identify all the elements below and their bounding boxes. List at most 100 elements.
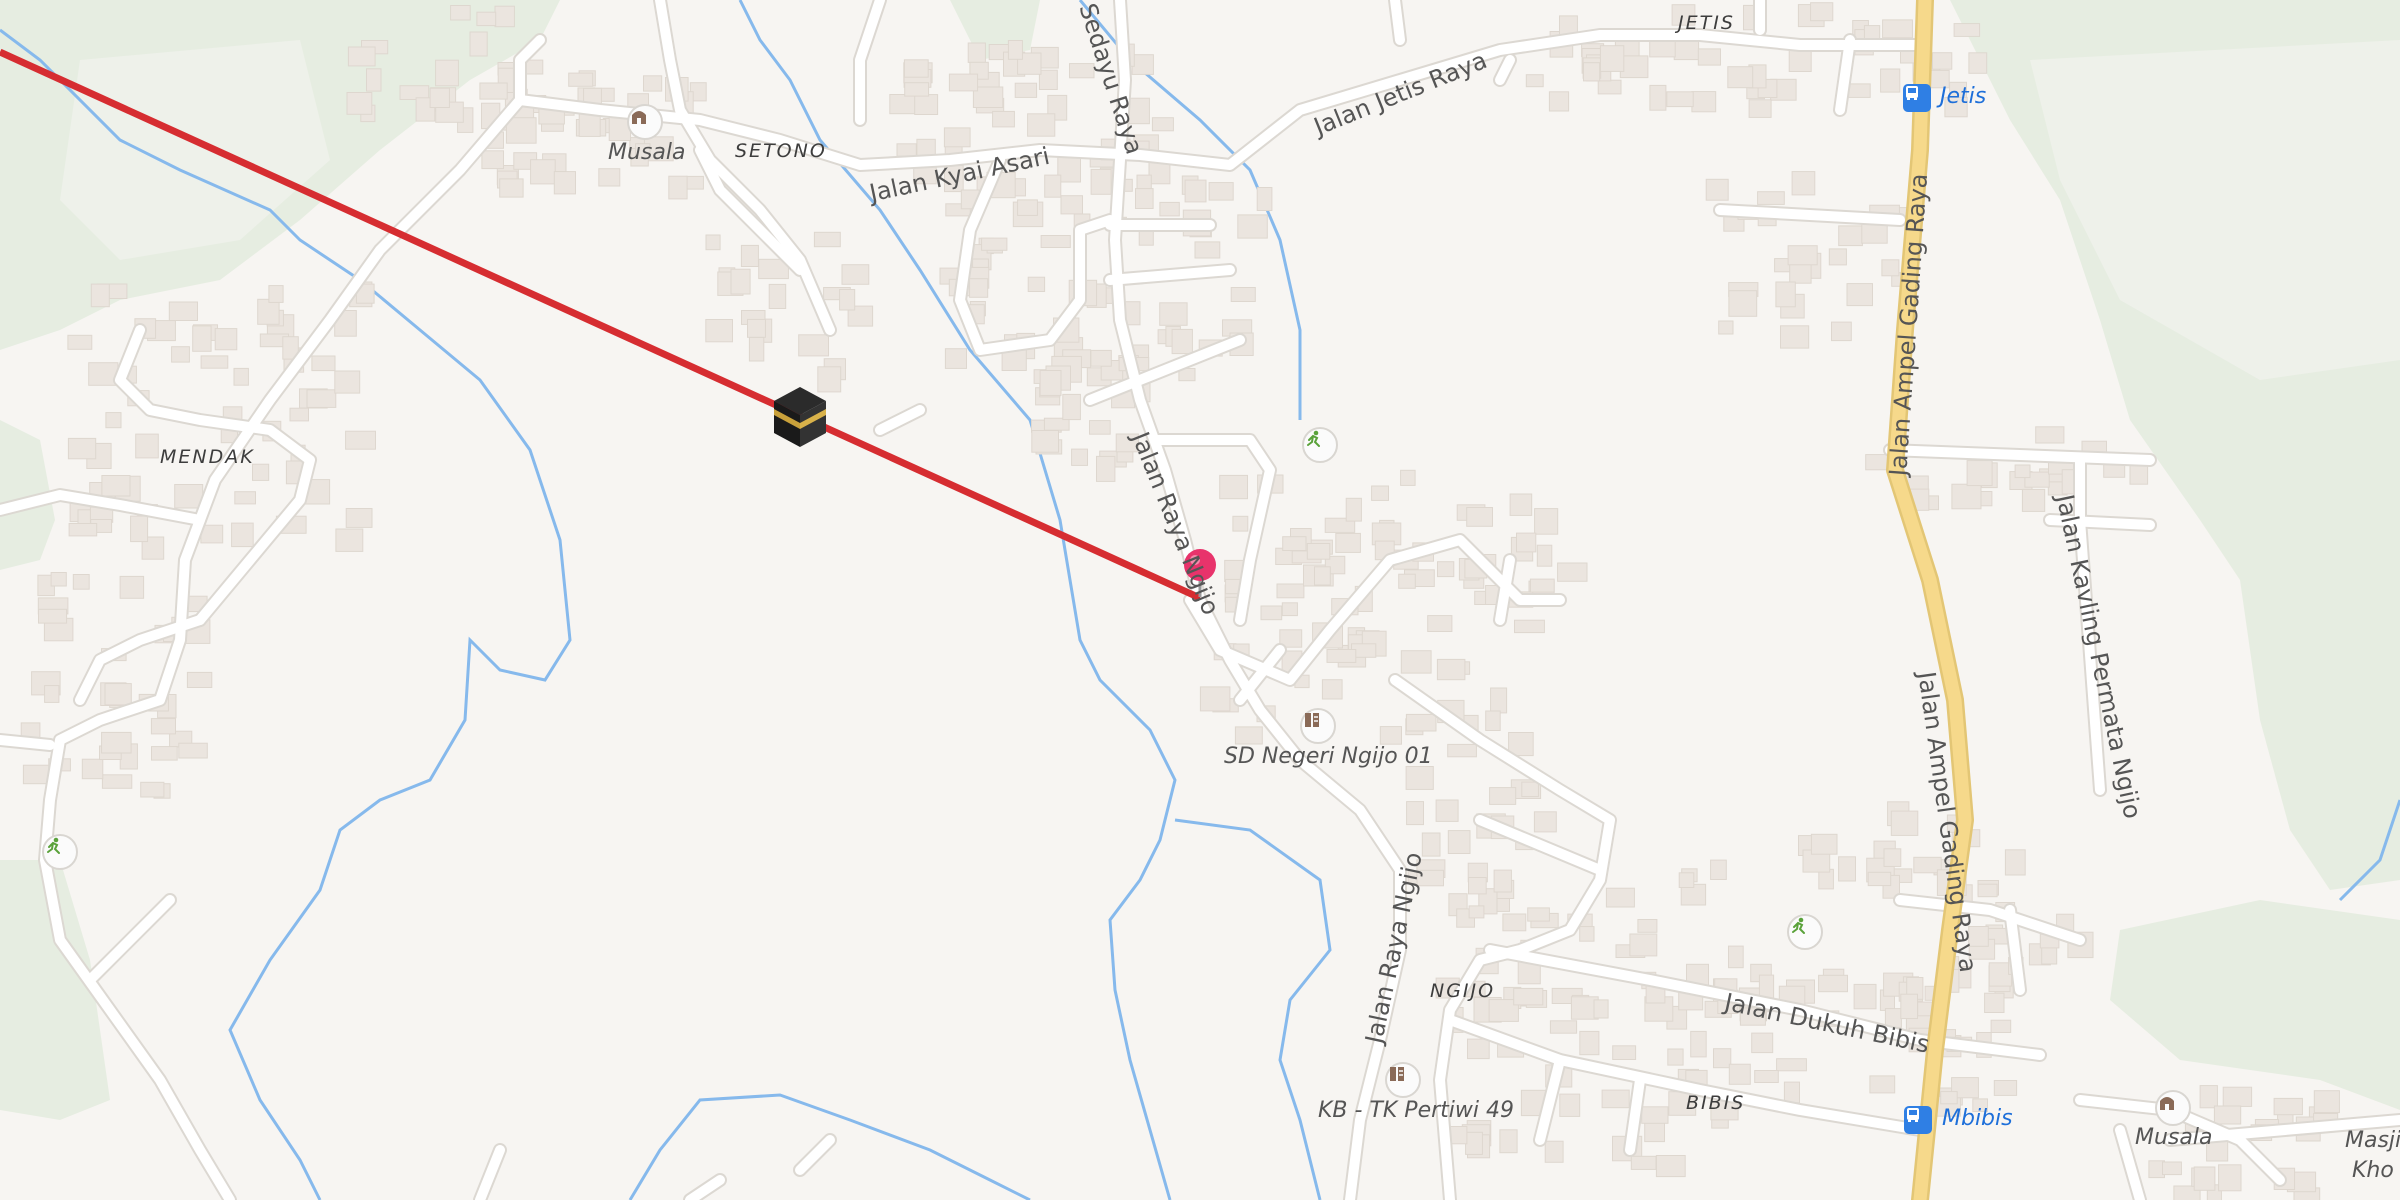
building <box>101 475 131 497</box>
building <box>476 11 497 27</box>
building <box>90 283 110 308</box>
building <box>1828 248 1847 266</box>
building <box>1728 290 1758 317</box>
park-runner-icon[interactable] <box>1787 914 1823 950</box>
building <box>1230 287 1256 302</box>
mosque-icon[interactable] <box>627 104 663 140</box>
building <box>1881 259 1900 277</box>
building <box>200 355 229 369</box>
building <box>1867 871 1892 887</box>
building <box>1993 1080 2018 1096</box>
building <box>1544 1140 1564 1163</box>
bus-stop-icon[interactable] <box>1904 1106 1932 1134</box>
building <box>1199 686 1231 712</box>
building <box>150 718 176 735</box>
building <box>1062 393 1081 421</box>
kaaba-icon[interactable] <box>774 387 826 447</box>
building <box>1281 602 1298 617</box>
building <box>347 46 376 67</box>
building <box>1718 320 1734 335</box>
building <box>817 366 842 393</box>
bus-stop-label-jetis: Jetis <box>1940 84 1987 109</box>
building <box>1089 420 1111 435</box>
building <box>705 234 721 251</box>
building <box>1521 781 1539 798</box>
building <box>1966 460 1993 487</box>
area-label-bibis: BIBIS <box>1686 1092 1746 1114</box>
building <box>2273 1097 2303 1116</box>
building <box>1148 161 1171 185</box>
building <box>1502 913 1527 932</box>
building <box>1612 1045 1637 1061</box>
building <box>1579 1030 1600 1056</box>
poi-label-kb-tk: KB - TK Pertiwi 49 <box>1318 1098 1514 1123</box>
building <box>668 175 688 200</box>
building <box>1757 191 1785 205</box>
building <box>1306 543 1331 560</box>
bus-stop-label-mbibis: Mbibis <box>1942 1106 2013 1131</box>
building <box>813 231 841 248</box>
building <box>67 437 97 460</box>
building <box>643 75 663 92</box>
school-icon[interactable] <box>1385 1062 1421 1098</box>
building <box>186 671 213 689</box>
building <box>1038 69 1058 90</box>
building <box>2222 1086 2253 1107</box>
park-runner-icon[interactable] <box>1302 427 1338 463</box>
mosque-icon[interactable] <box>2155 1090 2191 1126</box>
building <box>1810 2 1834 22</box>
building <box>1655 1155 1686 1178</box>
poi-label-musala-1: Musala <box>608 140 686 165</box>
building <box>944 348 968 369</box>
building <box>1883 848 1902 867</box>
bus-stop-icon[interactable] <box>1903 84 1931 112</box>
building <box>568 72 594 87</box>
map-canvas[interactable]: SETONO JETIS MENDAK NGIJO BIBIS Jalan Je… <box>0 0 2400 1200</box>
building <box>1437 561 1455 578</box>
building <box>1514 619 1545 634</box>
building <box>233 367 249 386</box>
school-icon[interactable] <box>1300 708 1336 744</box>
building <box>1728 1063 1751 1085</box>
building <box>1900 993 1919 1020</box>
building <box>904 82 930 97</box>
building <box>1754 1070 1779 1083</box>
building <box>1583 62 1601 82</box>
building <box>967 42 986 63</box>
building <box>1282 536 1307 552</box>
building <box>1990 1019 2012 1034</box>
building <box>1314 566 1331 586</box>
building <box>2193 1166 2216 1191</box>
building <box>1630 1155 1657 1170</box>
building <box>747 318 766 338</box>
building <box>798 334 830 357</box>
building <box>1529 578 1555 593</box>
building <box>72 574 90 590</box>
building <box>1321 679 1343 700</box>
building <box>499 178 524 198</box>
building <box>1977 883 1998 898</box>
building <box>1159 201 1180 217</box>
building <box>1465 1131 1483 1155</box>
building <box>1232 515 1249 532</box>
park-runner-icon[interactable] <box>42 834 78 870</box>
area-label-jetis: JETIS <box>1678 12 1735 34</box>
buildings <box>20 2 2340 1200</box>
building <box>450 5 471 21</box>
building <box>1184 179 1207 203</box>
building <box>1435 799 1459 822</box>
building <box>1527 907 1550 922</box>
building <box>1649 84 1667 111</box>
building <box>1691 91 1717 113</box>
building <box>1697 48 1722 66</box>
building <box>1436 658 1466 681</box>
building <box>435 59 459 87</box>
building <box>1406 801 1424 826</box>
building <box>2213 1105 2242 1125</box>
building <box>268 285 284 303</box>
building <box>1597 79 1622 95</box>
building <box>1485 710 1501 731</box>
building <box>1027 113 1056 137</box>
building <box>289 407 309 422</box>
building <box>1027 276 1046 293</box>
